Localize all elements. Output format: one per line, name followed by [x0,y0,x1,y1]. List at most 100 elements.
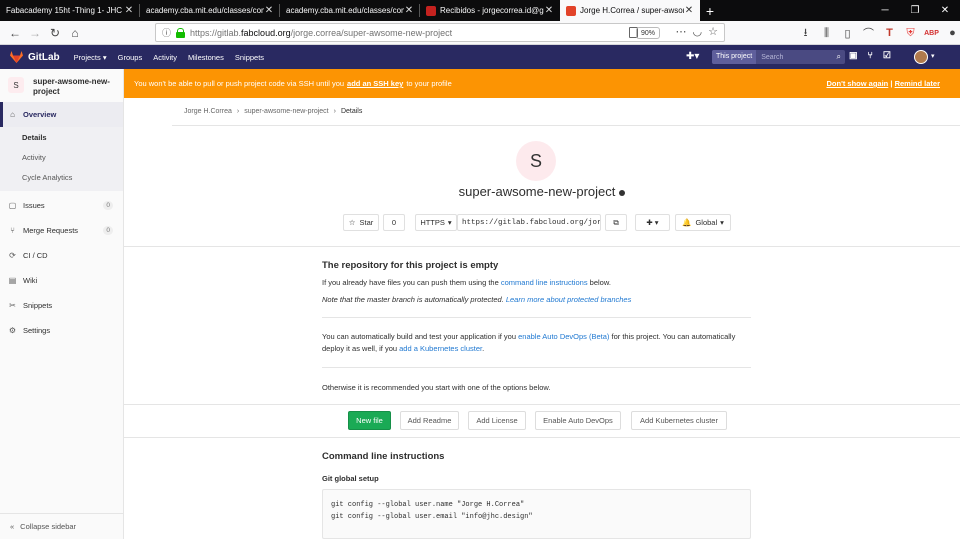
library-icon[interactable]: ⫼ [816,27,837,40]
page-actions-icon[interactable]: ⋯ [676,25,687,38]
sidebar-item-issues[interactable]: ▢ Issues 0 [0,193,123,218]
count-badge: 0 [103,226,113,235]
sidebar-item-wiki[interactable]: ▤ Wiki [0,268,123,293]
add-kubernetes-cluster-button[interactable]: Add Kubernetes cluster [631,411,727,430]
git-config-code[interactable]: git config --global user.name "Jorge H.C… [322,489,751,539]
clone-protocol-dropdown[interactable]: HTTPS ▾ [415,214,457,231]
add-ssh-key-link[interactable]: add an SSH key [347,79,403,88]
restore-icon[interactable]: ❐ [900,0,930,21]
chevron-down-icon[interactable]: ▾ [931,52,935,60]
forward-icon[interactable]: → [25,23,45,43]
sidebar-item-snippets[interactable]: ✂ Snippets [0,293,123,318]
star-count[interactable]: 0 [383,214,405,231]
profile-icon[interactable]: ● [942,27,960,39]
browser-tab-strip: Fabacademy 15ht -Thing 1- JHC ✕ academy.… [0,0,960,21]
add-kubernetes-link[interactable]: add a Kubernetes cluster [399,344,482,353]
rocket-icon: ⟳ [9,251,16,260]
home-icon: ⌂ [10,110,15,119]
shield-icon[interactable]: ⛨ [900,27,921,40]
new-tab-button[interactable]: + [700,0,720,21]
double-chevron-left-icon: « [10,522,15,531]
browser-tab-active[interactable]: Jorge H.Correa / super-awsome ✕ [560,0,700,21]
plus-icon: ✚ ▾ [646,218,659,227]
enable-auto-devops-button[interactable]: Enable Auto DevOps [535,411,621,430]
sidebar-item-overview[interactable]: ⌂ Overview [0,102,123,127]
search-box[interactable]: This project Search ⌕ [712,50,845,64]
sidebar-project-header[interactable]: S super-awsome-new-project [0,69,123,102]
new-dropdown-icon[interactable]: ✚▾ [686,51,706,62]
breadcrumb-user[interactable]: Jorge H.Correa [184,108,232,115]
sidebar-item-merge-requests[interactable]: ⑂ Merge Requests 0 [0,218,123,243]
close-tab-icon[interactable]: ✕ [264,5,274,16]
sidebar-item-label: Overview [23,110,57,119]
sidebar-sub-details[interactable]: Details [0,127,123,147]
sidebar-toggle-icon[interactable]: ▯ [837,27,858,40]
close-tab-icon[interactable]: ✕ [124,5,134,16]
gitlab-logo[interactable]: GitLab [10,51,60,63]
url-bar[interactable]: ⓘ https://gitlab. fabcloud.org/jorge.corr… [155,23,725,42]
browser-tab[interactable]: Recibidos - jorgecorrea.id@gm ✕ [420,0,560,21]
browser-tab[interactable]: academy.cba.mit.edu/classes/comp ✕ [280,0,420,21]
empty-line1: If you already have files you can push t… [322,278,611,287]
sidebar-sub-cycle-analytics[interactable]: Cycle Analytics [0,167,123,187]
bookmark-star-icon[interactable]: ☆ [708,25,718,38]
sidebar-item-ci-cd[interactable]: ⟳ CI / CD [0,243,123,268]
gear-icon: ⚙ [8,326,17,335]
chevron-down-icon: ▾ [447,218,452,227]
breadcrumb-project[interactable]: super-awsome-new-project [244,108,328,115]
browser-tab[interactable]: academy.cba.mit.edu/classes/comp ✕ [140,0,280,21]
extension-icon[interactable]: ⌒ [858,25,879,41]
minimize-icon[interactable]: ─ [870,0,900,21]
search-scope[interactable]: This project [712,50,757,64]
add-dropdown-button[interactable]: ✚ ▾ [635,214,670,231]
command-line-instructions-link[interactable]: command line instructions [501,278,588,287]
merge-requests-header-icon[interactable]: ⑂ [868,50,873,61]
git-global-heading: Git global setup [322,474,379,483]
todos-header-icon[interactable]: ☑ [883,50,891,61]
user-avatar[interactable] [914,50,928,64]
clone-url-input[interactable]: https://gitlab.fabcloud.org/jor [457,214,601,231]
nav-snippets[interactable]: Snippets [235,53,264,62]
copy-url-button[interactable]: ⧉ [605,214,627,231]
new-file-button[interactable]: New file [348,411,391,430]
add-readme-button[interactable]: Add Readme [400,411,459,430]
back-icon[interactable]: ← [5,23,25,43]
search-input[interactable]: Search [756,54,836,61]
info-icon[interactable]: ⓘ [162,26,171,39]
reload-icon[interactable]: ↻ [45,23,65,43]
remind-later-link[interactable]: Remind later [895,79,940,88]
zoom-indicator[interactable]: 90% [635,27,660,39]
project-avatar: S [516,141,556,181]
close-tab-icon[interactable]: ✕ [544,5,554,16]
protected-branches-link[interactable]: Learn more about protected branches [506,295,632,304]
nav-milestones[interactable]: Milestones [188,53,224,62]
extension-t-icon[interactable]: T [879,27,900,39]
browser-nav-bar: ← → ↻ ⌂ ⓘ https://gitlab. fabcloud.org/jo… [0,21,960,45]
star-label: Star [359,218,374,227]
add-license-button[interactable]: Add License [468,411,526,430]
close-window-icon[interactable]: ✕ [930,0,960,21]
star-button[interactable]: ☆ Star [343,214,379,231]
pocket-icon[interactable]: ◡ [693,25,703,38]
browser-tab[interactable]: Fabacademy 15ht -Thing 1- JHC ✕ [0,0,140,21]
close-tab-icon[interactable]: ✕ [684,5,694,16]
download-icon[interactable]: ⭳ [795,24,816,43]
dont-show-again-link[interactable]: Don't show again [826,79,888,88]
divider [124,246,960,247]
sidebar-item-settings[interactable]: ⚙ Settings [0,318,123,343]
notification-dropdown[interactable]: 🔔 Global ▾ [675,214,731,231]
home-icon[interactable]: ⌂ [65,23,85,43]
sidebar-project-name: super-awsome-new-project [33,77,110,96]
collapse-sidebar-button[interactable]: « Collapse sidebar [0,513,123,539]
enable-auto-devops-link[interactable]: enable Auto DevOps (Beta) [518,332,609,341]
sidebar-sub-activity[interactable]: Activity [0,147,123,167]
adblock-icon[interactable]: ABP [921,30,942,37]
nav-projects[interactable]: Projects ▾ [74,53,107,62]
nav-activity[interactable]: Activity [153,53,177,62]
nav-groups[interactable]: Groups [118,53,143,62]
sidebar-item-label: Snippets [23,301,53,310]
cli-heading: Command line instructions [322,451,445,462]
sidebar-item-label: Wiki [23,276,38,285]
issues-header-icon[interactable]: ▣ [849,50,858,61]
close-tab-icon[interactable]: ✕ [404,5,414,16]
